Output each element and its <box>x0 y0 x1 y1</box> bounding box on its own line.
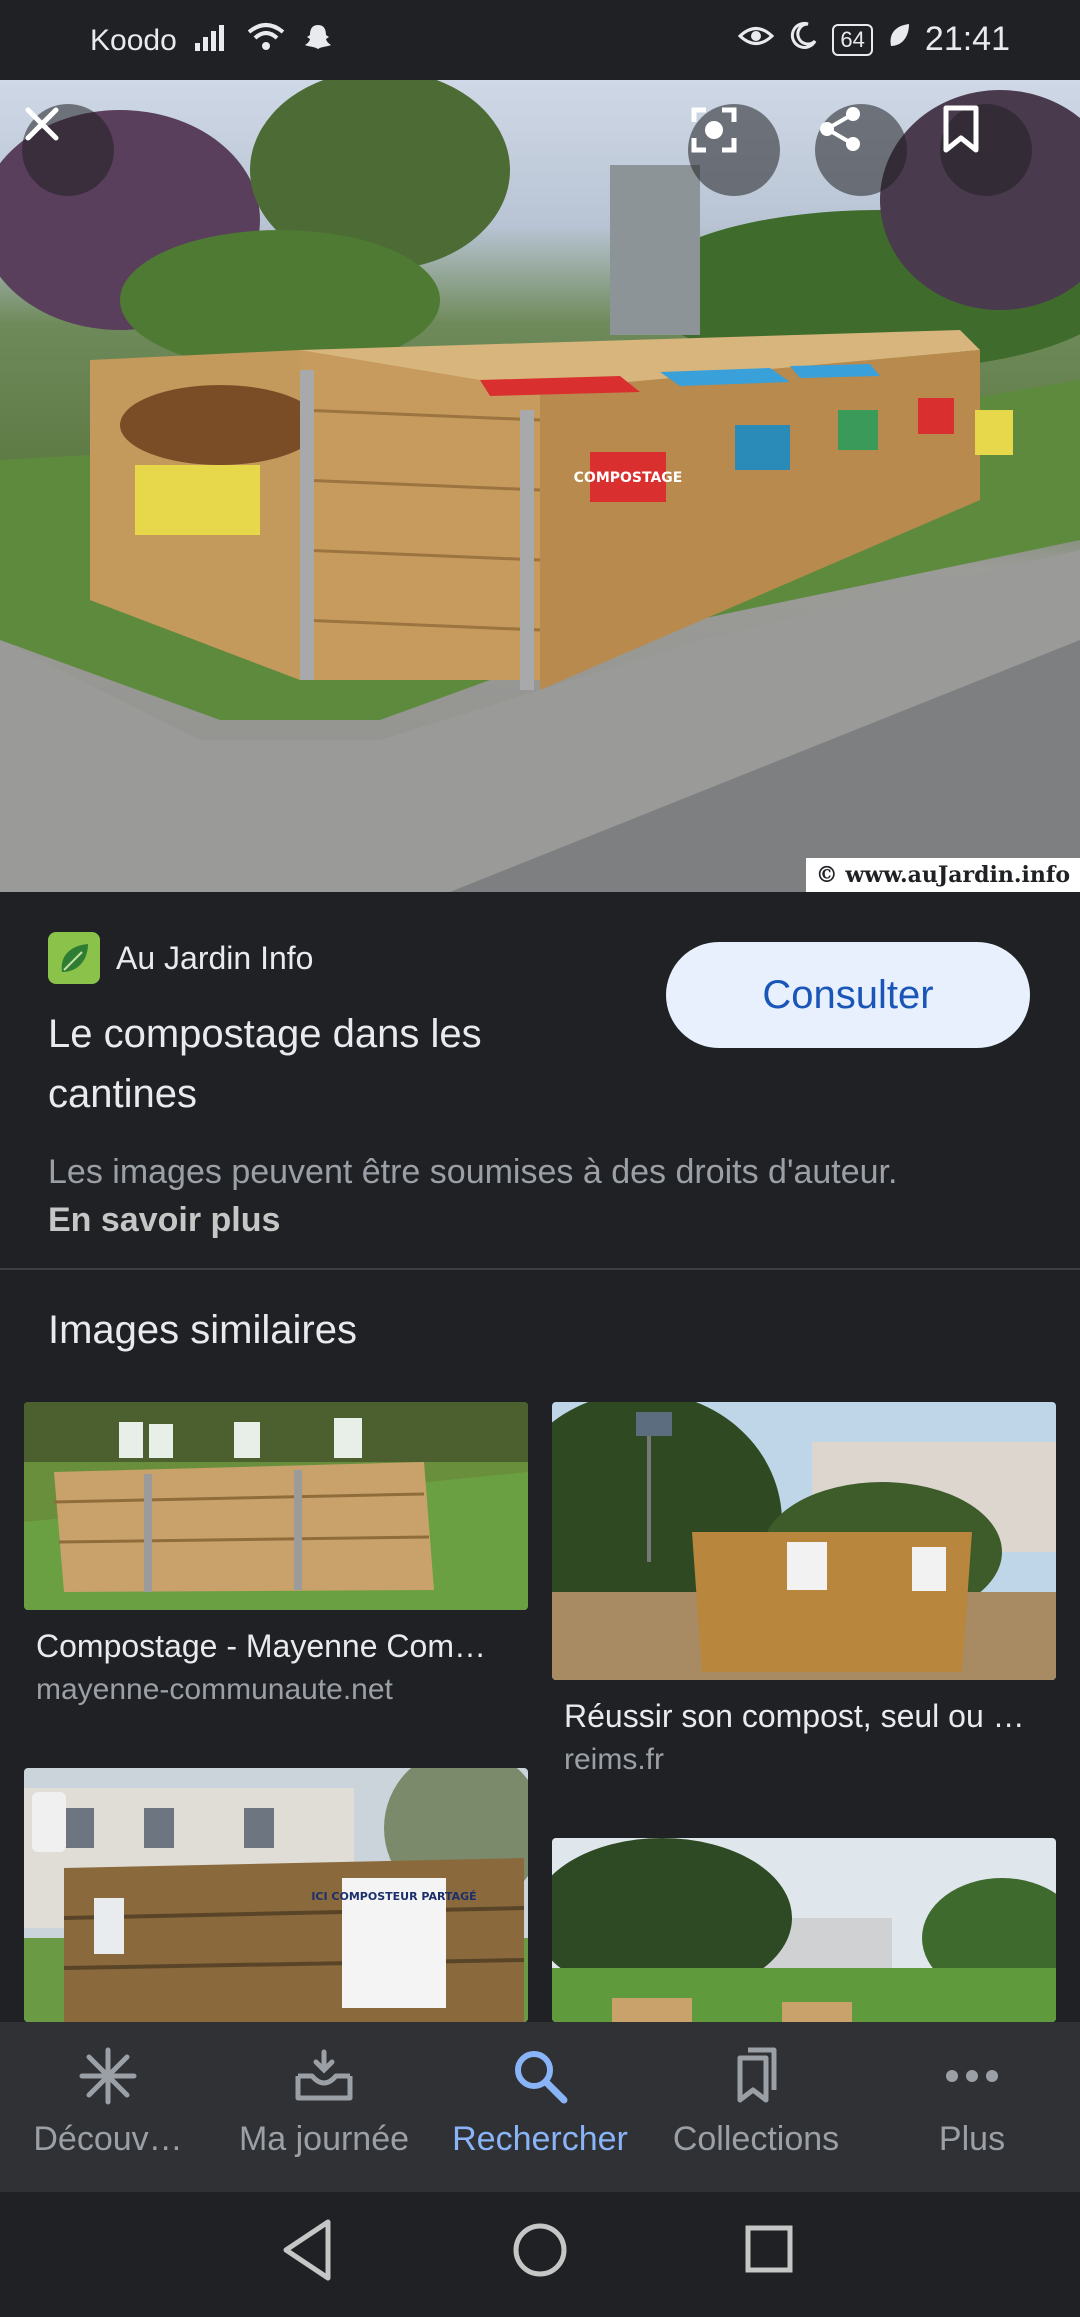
similar-thumbnail[interactable] <box>552 1838 1056 2022</box>
leaf-icon <box>887 22 911 58</box>
snapchat-icon <box>303 22 333 60</box>
rights-text: Les images peuvent être soumises à des d… <box>48 1153 898 1191</box>
lens-button[interactable] <box>688 104 780 196</box>
bookmarks-icon <box>737 2047 777 2103</box>
leaf-logo-icon <box>61 944 88 972</box>
close-icon <box>25 107 59 141</box>
status-bar: Koodo 64 21:41 <box>0 0 1080 80</box>
similar-images-heading: Images similaires <box>48 1308 357 1352</box>
image-credit: © www.auJardin.info <box>805 858 1080 892</box>
similar-thumbnail[interactable]: ICI COMPOSTEUR PARTAGÉ <box>24 1768 528 2022</box>
nav-collections[interactable]: Collections <box>648 2022 864 2192</box>
source-row[interactable]: Au Jardin Info <box>48 932 313 984</box>
similar-title: Réussir son compost, seul ou … <box>564 1698 1025 1734</box>
wifi-icon <box>247 22 285 60</box>
nav-label: Ma journée <box>238 2120 410 2158</box>
lens-icon <box>691 107 737 153</box>
back-icon[interactable] <box>283 2219 331 2281</box>
nav-my-day[interactable]: Ma journée <box>216 2022 432 2192</box>
asterisk-icon <box>79 2047 137 2105</box>
divider <box>0 1268 1080 1270</box>
nav-label: Rechercher <box>452 2120 628 2158</box>
copyright-notice: Les images peuvent être soumises à des d… <box>48 1148 948 1244</box>
eye-icon <box>738 23 775 57</box>
source-name: Au Jardin Info <box>116 939 314 976</box>
clock: 21:41 <box>924 20 1010 58</box>
learn-more-link[interactable]: En savoir plus <box>48 1201 280 1239</box>
nav-discover[interactable]: Découv… <box>0 2022 216 2192</box>
nav-label: Plus <box>938 2120 1006 2158</box>
similar-card[interactable]: Réussir son compost, seul ou … reims.fr <box>552 1402 1056 1777</box>
similar-domain: reims.fr <box>564 1743 664 1776</box>
result-title[interactable]: Le compostage dans les cantines <box>48 1004 608 1124</box>
system-navigation-bar <box>0 2192 1080 2312</box>
carrier-label: Koodo <box>90 24 177 57</box>
compostage-sign: COMPOSTAGE <box>574 470 683 486</box>
moon-icon <box>788 21 818 59</box>
nav-search[interactable]: Rechercher <box>432 2022 648 2192</box>
home-icon[interactable] <box>513 2223 567 2277</box>
more-dots-icon <box>946 2070 998 2082</box>
share-button[interactable] <box>815 104 907 196</box>
search-icon <box>515 2051 568 2104</box>
recents-icon[interactable] <box>745 2225 793 2273</box>
similar-thumbnail[interactable] <box>552 1402 1056 1680</box>
close-button[interactable] <box>22 104 114 196</box>
similar-card[interactable]: ICI COMPOSTEUR PARTAGÉ <box>24 1768 528 2022</box>
similar-card[interactable]: Compostage - Mayenne Com… mayenne-commun… <box>24 1402 528 1707</box>
bookmark-button[interactable] <box>940 104 1032 196</box>
composteur-sign: ICI COMPOSTEUR PARTAGÉ <box>311 1890 476 1903</box>
similar-domain: mayenne-communaute.net <box>36 1673 393 1706</box>
share-icon <box>820 107 860 151</box>
consult-button[interactable]: Consulter <box>666 942 1030 1048</box>
nav-label: Collections <box>672 2120 840 2158</box>
nav-label: Découv… <box>33 2120 183 2158</box>
inbox-tray-icon <box>295 2049 353 2101</box>
signal-icon <box>194 23 229 59</box>
hero-image[interactable]: COMPOSTAGE © www.auJardin.info <box>0 80 1080 892</box>
similar-card[interactable] <box>552 1838 1056 2022</box>
similar-thumbnail[interactable] <box>24 1402 528 1610</box>
battery-indicator: 64 <box>832 23 873 56</box>
bookmark-icon <box>943 105 979 153</box>
source-logo <box>48 932 100 984</box>
result-info: Au Jardin Info Le compostage dans les ca… <box>0 892 1080 1268</box>
similar-title: Compostage - Mayenne Com… <box>36 1628 486 1664</box>
bottom-navigation: Découv… Ma journée Rechercher Collection… <box>0 2022 1080 2192</box>
nav-more[interactable]: Plus <box>864 2022 1080 2192</box>
